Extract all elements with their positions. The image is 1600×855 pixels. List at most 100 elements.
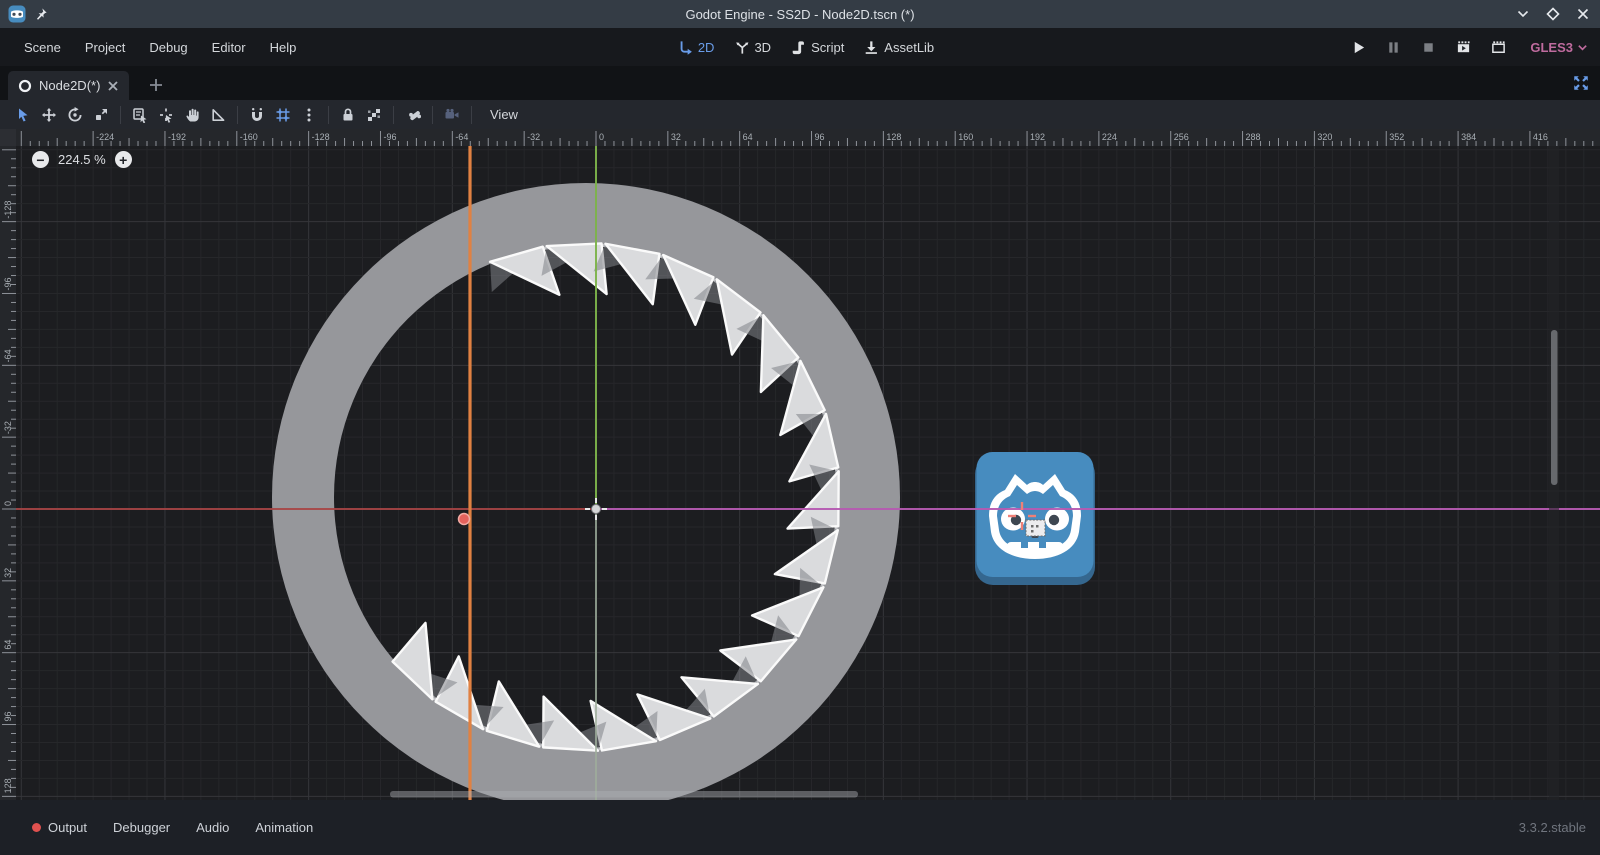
title-bar: Godot Engine - SS2D - Node2D.tscn (*) <box>0 0 1600 28</box>
menu-project[interactable]: Project <box>75 35 135 60</box>
svg-text:352: 352 <box>1389 132 1404 142</box>
view-menu-button[interactable]: View <box>480 103 528 126</box>
panel-button-label: Audio <box>196 820 229 835</box>
move-point-icon[interactable] <box>153 103 179 127</box>
canvas-toolbar: View <box>0 100 1600 129</box>
group-icon[interactable] <box>361 103 387 127</box>
shape-control-point <box>459 514 470 525</box>
panel-button-debugger[interactable]: Debugger <box>103 814 180 841</box>
svg-text:-32: -32 <box>3 421 13 434</box>
svg-text:384: 384 <box>1461 132 1476 142</box>
lock-icon[interactable] <box>335 103 361 127</box>
play-scene-icon[interactable] <box>1452 36 1474 58</box>
vertical-ruler[interactable]: -128-96-64-320326496128 <box>0 146 16 800</box>
viewport-canvas[interactable] <box>16 146 1600 800</box>
svg-text:-160: -160 <box>240 132 258 142</box>
svg-text:224: 224 <box>1102 132 1117 142</box>
svg-text:-64: -64 <box>3 349 13 362</box>
mode-label: 2D <box>698 40 715 55</box>
toolbar-separator <box>237 106 238 124</box>
error-dot-icon <box>32 823 41 832</box>
scale-tool-icon[interactable] <box>88 103 114 127</box>
mode-script[interactable]: Script <box>791 40 844 55</box>
svg-text:0: 0 <box>599 132 604 142</box>
pan-tool-icon[interactable] <box>179 103 205 127</box>
stop-icon[interactable] <box>1417 36 1439 58</box>
rotate-tool-icon[interactable] <box>62 103 88 127</box>
toolbar-separator <box>120 106 121 124</box>
menu-editor[interactable]: Editor <box>202 35 256 60</box>
svg-text:-96: -96 <box>383 132 396 142</box>
toolbar-separator <box>393 106 394 124</box>
pin-icon[interactable] <box>34 7 48 21</box>
menu-help[interactable]: Help <box>260 35 307 60</box>
svg-text:128: 128 <box>3 778 13 793</box>
chevron-down-icon <box>1577 42 1588 53</box>
mode-assetlib[interactable]: AssetLib <box>864 40 934 55</box>
tab-node2d[interactable]: Node2D(*) <box>8 71 129 100</box>
main-menus: SceneProjectDebugEditorHelp <box>0 35 306 60</box>
menu-bar: SceneProjectDebugEditorHelp 2D 3D Script As… <box>0 28 1600 66</box>
svg-text:160: 160 <box>958 132 973 142</box>
close-icon[interactable] <box>1576 7 1590 21</box>
play-icon[interactable] <box>1347 36 1369 58</box>
panel-button-output[interactable]: Output <box>22 814 97 841</box>
toolbar-separator <box>328 106 329 124</box>
panel-button-label: Debugger <box>113 820 170 835</box>
renderer-selector[interactable]: GLES3 <box>1530 40 1588 55</box>
grid-snap-icon[interactable] <box>270 103 296 127</box>
svg-text:192: 192 <box>1030 132 1045 142</box>
maximize-icon[interactable] <box>1546 7 1560 21</box>
godot-sprite <box>975 452 1095 585</box>
horizontal-scrollbar-thumb <box>390 791 858 798</box>
mode-2d[interactable]: 2D <box>678 40 715 55</box>
script-icon <box>791 40 806 55</box>
snap-options-icon[interactable] <box>296 103 322 127</box>
menu-debug[interactable]: Debug <box>139 35 197 60</box>
scene-tab-bar: Node2D(*) <box>0 66 1600 100</box>
toolbar-separator <box>471 106 472 124</box>
origin-gizmo <box>585 498 607 520</box>
camera-override-icon[interactable] <box>439 103 465 127</box>
2d-icon <box>678 40 693 55</box>
svg-text:-224: -224 <box>96 132 114 142</box>
assetlib-icon <box>864 40 879 55</box>
zoom-in-button[interactable]: + <box>115 151 132 168</box>
bone-icon[interactable] <box>400 103 426 127</box>
smart-snap-icon[interactable] <box>244 103 270 127</box>
horizontal-ruler[interactable]: -224-192-160-128-96-64-32032649612816019… <box>16 129 1600 146</box>
svg-text:-128: -128 <box>3 201 13 219</box>
svg-text:-32: -32 <box>527 132 540 142</box>
tab-label: Node2D(*) <box>39 78 100 93</box>
svg-text:32: 32 <box>671 132 681 142</box>
svg-text:128: 128 <box>886 132 901 142</box>
node2d-icon <box>18 79 32 93</box>
pause-icon[interactable] <box>1382 36 1404 58</box>
version-label: 3.3.2.stable <box>1519 820 1586 835</box>
panel-button-label: Output <box>48 820 87 835</box>
mode-label: 3D <box>754 40 771 55</box>
distraction-free-icon[interactable] <box>1572 74 1590 92</box>
menu-scene[interactable]: Scene <box>14 35 71 60</box>
panel-button-label: Animation <box>255 820 313 835</box>
panel-button-audio[interactable]: Audio <box>186 814 239 841</box>
svg-text:256: 256 <box>1174 132 1189 142</box>
zoom-out-button[interactable]: − <box>32 151 49 168</box>
play-custom-scene-icon[interactable] <box>1487 36 1509 58</box>
new-tab-button[interactable] <box>146 75 166 95</box>
select-tool-icon[interactable] <box>10 103 36 127</box>
move-tool-icon[interactable] <box>36 103 62 127</box>
list-select-icon[interactable] <box>127 103 153 127</box>
minimize-icon[interactable] <box>1516 7 1530 21</box>
ruler-tool-icon[interactable] <box>205 103 231 127</box>
bottom-panel: Output Debugger Audio Animation 3.3.2.stable <box>0 800 1600 855</box>
svg-text:64: 64 <box>743 132 753 142</box>
mode-label: Script <box>811 40 844 55</box>
godot-logo-icon <box>8 5 26 23</box>
zoom-level-label[interactable]: 224.5 % <box>58 152 106 167</box>
tab-close-icon[interactable] <box>107 80 119 92</box>
svg-text:0: 0 <box>3 501 13 506</box>
svg-text:416: 416 <box>1533 132 1548 142</box>
panel-button-animation[interactable]: Animation <box>245 814 323 841</box>
mode-3d[interactable]: 3D <box>734 40 771 55</box>
